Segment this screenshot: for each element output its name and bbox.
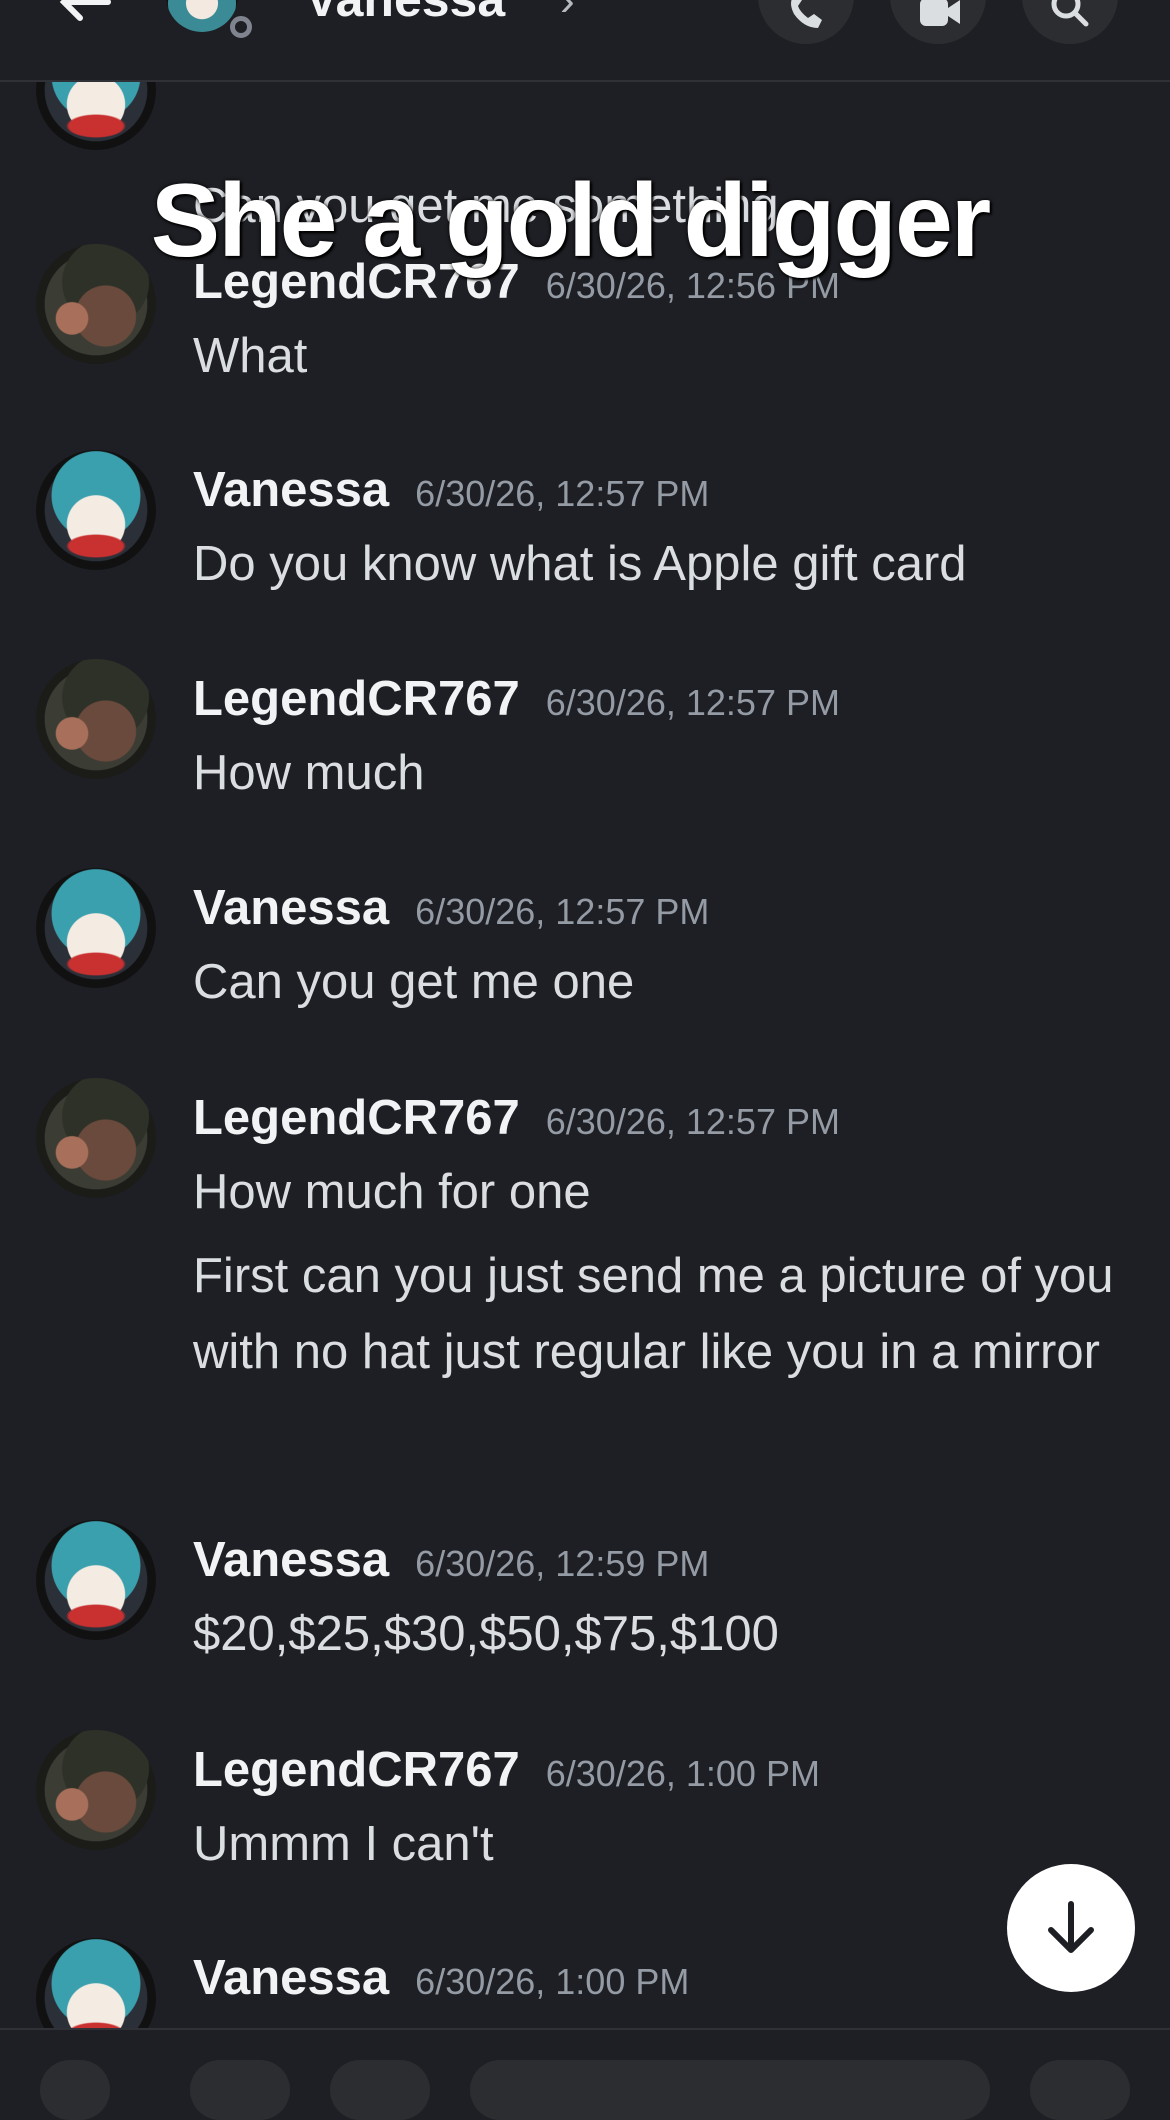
timestamp: 6/30/26, 12:57 PM	[545, 1101, 840, 1142]
timestamp: 6/30/26, 12:57 PM	[545, 682, 840, 723]
overlay-caption: She a gold digger	[150, 163, 992, 279]
username[interactable]: Vanessa 6/30/26, 12:57 PM	[193, 880, 709, 936]
timestamp: 6/30/26, 1:00 PM	[545, 1753, 820, 1794]
avatar[interactable]	[36, 1520, 156, 1640]
phone-icon	[791, 0, 822, 28]
message-text: How much for one	[193, 1165, 591, 1219]
username[interactable]: Vanessa 6/30/26, 12:59 PM	[193, 1532, 709, 1588]
avatar[interactable]	[36, 450, 156, 570]
message-text: First can you just send me a picture of …	[193, 1249, 1114, 1379]
message-text: Do you know what is Apple gift card	[193, 537, 967, 591]
avatar[interactable]	[36, 868, 156, 988]
channel-title[interactable]: Vanessa	[305, 0, 505, 28]
avatar[interactable]	[36, 659, 156, 779]
search-icon	[1051, 0, 1089, 27]
username[interactable]: LegendCR767 6/30/26, 12:57 PM	[193, 1090, 840, 1146]
avatar[interactable]	[36, 1938, 156, 2028]
call-button[interactable]	[758, 0, 854, 44]
username[interactable]: Vanessa 6/30/26, 12:57 PM	[193, 462, 709, 518]
timestamp: 6/30/26, 12:57 PM	[415, 891, 710, 932]
apps-button[interactable]	[190, 2060, 290, 2120]
jump-to-present-button[interactable]	[1007, 1864, 1135, 1992]
add-button[interactable]	[40, 2060, 110, 2120]
timestamp: 6/30/26, 12:57 PM	[415, 473, 710, 514]
arrow-down-icon	[1048, 1901, 1094, 1953]
video-call-button[interactable]	[890, 0, 986, 44]
username[interactable]: LegendCR767 6/30/26, 12:57 PM	[193, 671, 840, 727]
video-icon	[920, 0, 960, 26]
username[interactable]: LegendCR767 6/30/26, 1:00 PM	[193, 1742, 820, 1798]
avatar[interactable]	[36, 1078, 156, 1198]
avatar[interactable]	[36, 1730, 156, 1850]
message-group[interactable]: Vanessa 6/30/26, 1:00 PM	[0, 1938, 1170, 2028]
message-composer-bar	[0, 2028, 1170, 2120]
message-text: Can you get me one	[193, 955, 635, 1009]
message-text: What	[193, 329, 308, 383]
timestamp: 6/30/26, 12:56 PM	[415, 79, 710, 120]
message-text: How much	[193, 746, 425, 800]
chat-header: Vanessa ›	[0, 0, 1170, 82]
timestamp: 6/30/26, 1:00 PM	[415, 1961, 690, 2002]
voice-button[interactable]	[1030, 2060, 1130, 2120]
status-indicator	[230, 16, 252, 38]
timestamp: 6/30/26, 12:59 PM	[415, 1543, 710, 1584]
chevron-right-icon[interactable]: ›	[560, 0, 575, 26]
back-arrow-icon[interactable]	[52, 0, 116, 36]
search-button[interactable]	[1022, 0, 1118, 44]
message-text: Ummm I can't	[193, 1817, 494, 1871]
message-text: $20,$25,$30,$50,$75,$100	[193, 1607, 779, 1661]
username[interactable]: Vanessa 6/30/26, 1:00 PM	[193, 1950, 689, 2006]
message-input[interactable]	[470, 2060, 990, 2120]
gift-button[interactable]	[330, 2060, 430, 2120]
header-avatar[interactable]	[166, 0, 238, 32]
